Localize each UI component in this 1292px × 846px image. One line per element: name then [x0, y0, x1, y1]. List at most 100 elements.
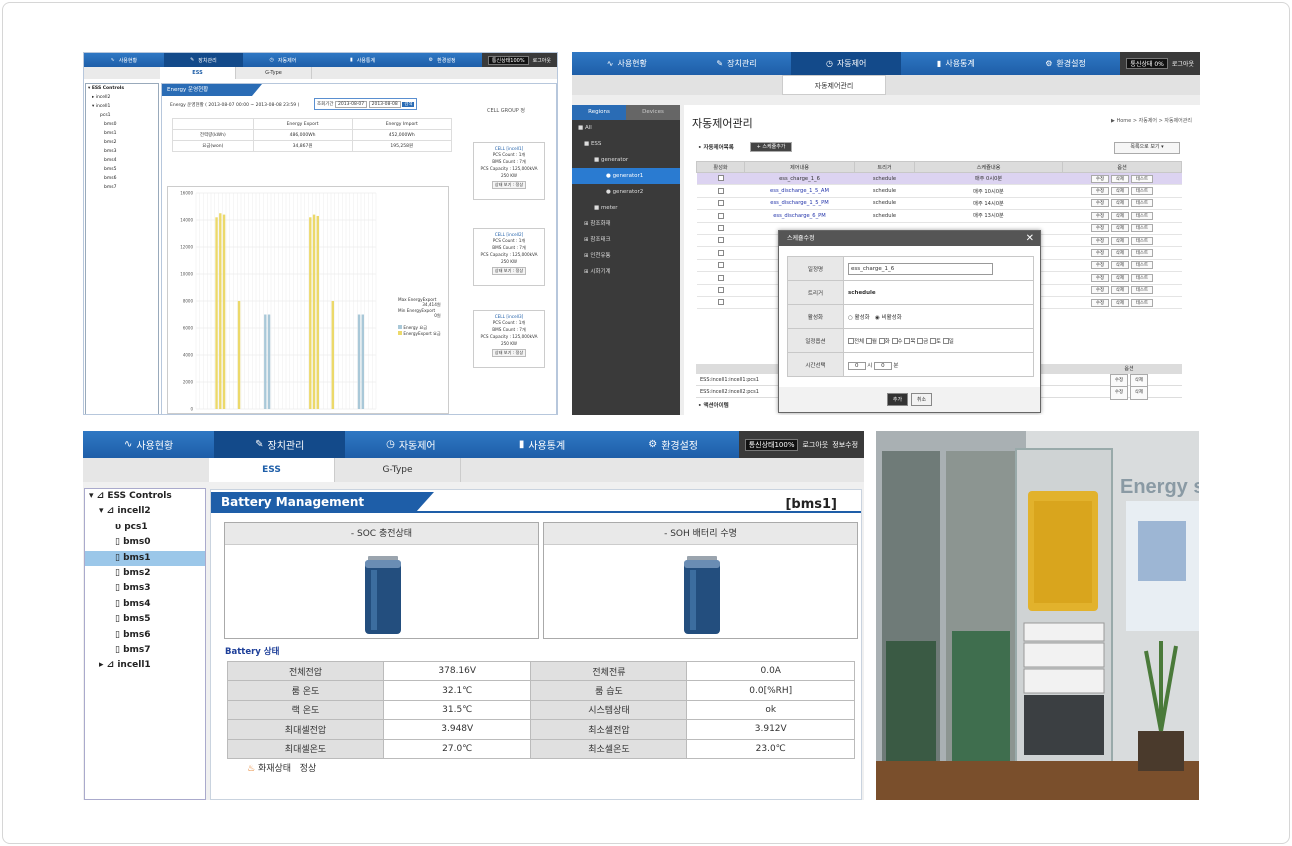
tab-regions[interactable]: Regions	[572, 105, 626, 120]
tree-node[interactable]: ▯ bms7	[85, 643, 205, 658]
edit-button[interactable]: 수정	[1109, 386, 1129, 400]
tree-root[interactable]: ▾ ⊿ ESS Controls	[85, 489, 205, 504]
row-checkbox[interactable]	[717, 212, 724, 219]
tree-node[interactable]: ▯ bms0	[85, 535, 205, 550]
region-item[interactable]: ⊞ 참조화재	[572, 216, 680, 232]
tab-gtype[interactable]: G-Type	[335, 458, 461, 482]
row-checkbox[interactable]	[717, 187, 724, 194]
delete-button[interactable]: 삭제	[1110, 224, 1130, 233]
date-to-input[interactable]: 2013-08-08	[368, 101, 401, 108]
add-schedule-button[interactable]: + 스케쥴추가	[750, 142, 792, 152]
nav-usage[interactable]: ∿ 사용현황	[83, 431, 214, 458]
table-row[interactable]: ess_charge_1_6 schedule 매주 0시0분 수정 삭제 테스트	[696, 172, 1182, 186]
tree-node[interactable]: ▾ incell1	[86, 102, 158, 111]
delete-button[interactable]: 삭제	[1110, 199, 1130, 208]
cell-status-button[interactable]: 상태 보기 : 정상	[492, 181, 526, 189]
nav-statistics[interactable]: ▮ 사용통계	[476, 431, 607, 458]
table-row[interactable]: ess_discharge_1_5_AM schedule 매주 10시0분 수정 삭…	[696, 184, 1182, 198]
edit-button[interactable]: 수정	[1090, 199, 1110, 208]
test-button[interactable]: 테스트	[1130, 249, 1154, 258]
delete-button[interactable]: 삭제	[1110, 187, 1130, 196]
test-button[interactable]: 테스트	[1130, 174, 1154, 183]
nav-devices[interactable]: ✎ 장치관리	[214, 431, 346, 458]
view-select[interactable]: 목록으로 보기 ▾	[1114, 142, 1180, 154]
tab-ess[interactable]: ESS	[209, 458, 335, 482]
edit-button[interactable]: 수정	[1090, 187, 1110, 196]
tree-node[interactable]: ▸ ⊿ incell1	[85, 658, 205, 673]
delete-button[interactable]: 삭제	[1110, 174, 1130, 183]
logout-link[interactable]: 로그아웃	[802, 440, 828, 450]
tree-node[interactable]: bms2	[86, 138, 158, 147]
delete-button[interactable]: 삭제	[1110, 286, 1130, 295]
test-button[interactable]: 테스트	[1130, 199, 1154, 208]
test-button[interactable]: 테스트	[1130, 261, 1154, 270]
region-item[interactable]: ● generator2	[572, 184, 680, 200]
row-checkbox[interactable]	[717, 262, 724, 269]
tree-node[interactable]: bms1	[86, 129, 158, 138]
edit-button[interactable]: 수정	[1090, 249, 1110, 258]
table-row[interactable]: ess_discharge_1_5_PM schedule 매주 14시0분 수정 삭…	[696, 197, 1182, 211]
minute-stepper[interactable]: 0	[874, 361, 892, 370]
row-checkbox[interactable]	[717, 299, 724, 306]
tab-ess[interactable]: ESS	[160, 67, 236, 79]
tab-gtype[interactable]: G-Type	[236, 67, 312, 79]
tree-node[interactable]: bms4	[86, 156, 158, 165]
edit-info-link[interactable]: 정보수정	[832, 440, 858, 450]
edit-button[interactable]: 수정	[1090, 236, 1110, 245]
tree-node-selected[interactable]: ▯ bms1	[85, 550, 205, 566]
delete-button[interactable]: 삭제	[1129, 386, 1149, 400]
test-button[interactable]: 테스트	[1130, 273, 1154, 282]
hour-stepper[interactable]: 0	[848, 361, 866, 370]
region-item[interactable]: ⊞ 인천유통	[572, 248, 680, 264]
logout-link[interactable]: 로그아웃	[533, 57, 551, 64]
cell-status-button[interactable]: 상태 보기 : 정상	[492, 349, 526, 357]
test-button[interactable]: 테스트	[1130, 236, 1154, 245]
tree-node[interactable]: ▾ ⊿ incell2	[85, 504, 205, 519]
submenu-auto-control[interactable]: 자동제어관리	[782, 75, 886, 95]
edit-button[interactable]: 수정	[1090, 261, 1110, 270]
nav-usage[interactable]: ∿ 사용현황	[84, 53, 164, 67]
delete-button[interactable]: 삭제	[1110, 211, 1130, 220]
tree-node[interactable]: ▯ bms5	[85, 612, 205, 627]
tree-node[interactable]: bms0	[86, 120, 158, 129]
region-item[interactable]: ⊞ 시화기계	[572, 264, 680, 280]
delete-button[interactable]: 삭제	[1110, 249, 1130, 258]
nav-auto-control[interactable]: ◷ 자동제어	[345, 431, 476, 458]
radio-active[interactable]: ○ 활성화	[848, 315, 870, 321]
row-checkbox[interactable]	[717, 237, 724, 244]
tree-node[interactable]: bms7	[86, 183, 158, 192]
edit-button[interactable]: 수정	[1090, 273, 1110, 282]
date-from-input[interactable]: 2013-08-07	[335, 101, 368, 108]
row-checkbox[interactable]	[717, 175, 724, 182]
row-checkbox[interactable]	[717, 225, 724, 231]
nav-settings[interactable]: ⚙ 환경설정	[1011, 52, 1121, 75]
tree-root[interactable]: ▾ ESS Controls	[86, 84, 158, 93]
edit-button[interactable]: 수정	[1090, 174, 1110, 183]
edit-button[interactable]: 수정	[1090, 298, 1110, 307]
nav-statistics[interactable]: ▮ 사용통계	[901, 52, 1011, 75]
test-button[interactable]: 테스트	[1130, 286, 1154, 295]
row-checkbox[interactable]	[717, 249, 724, 256]
nav-usage[interactable]: ∿ 사용현황	[572, 52, 682, 75]
edit-button[interactable]: 수정	[1090, 286, 1110, 295]
tree-node[interactable]: bms3	[86, 147, 158, 156]
tree-node[interactable]: ▸ incell2	[86, 93, 158, 102]
row-checkbox[interactable]	[717, 274, 724, 281]
delete-button[interactable]: 삭제	[1110, 298, 1130, 307]
nav-auto-control[interactable]: ◷ 자동제어	[243, 53, 323, 67]
nav-devices[interactable]: ✎ 장치관리	[682, 52, 792, 75]
edit-button[interactable]: 수정	[1090, 224, 1110, 233]
table-row[interactable]: ess_discharge_6_PM schedule 매주 13시0분 수정 삭제 …	[696, 209, 1182, 223]
test-button[interactable]: 테스트	[1130, 298, 1154, 307]
delete-button[interactable]: 삭제	[1110, 261, 1130, 270]
tree-node[interactable]: υ pcs1	[85, 520, 205, 535]
nav-settings[interactable]: ⚙ 환경설정	[402, 53, 482, 67]
search-button[interactable]: 검색	[402, 102, 415, 107]
tab-devices[interactable]: Devices	[626, 105, 680, 120]
region-item[interactable]: ● generator1	[572, 168, 680, 184]
delete-button[interactable]: 삭제	[1110, 273, 1130, 282]
region-item[interactable]: ■ All	[572, 120, 680, 136]
tree-node[interactable]: ▯ bms3	[85, 581, 205, 596]
test-button[interactable]: 테스트	[1130, 211, 1154, 220]
save-button[interactable]: 추가	[886, 393, 909, 406]
